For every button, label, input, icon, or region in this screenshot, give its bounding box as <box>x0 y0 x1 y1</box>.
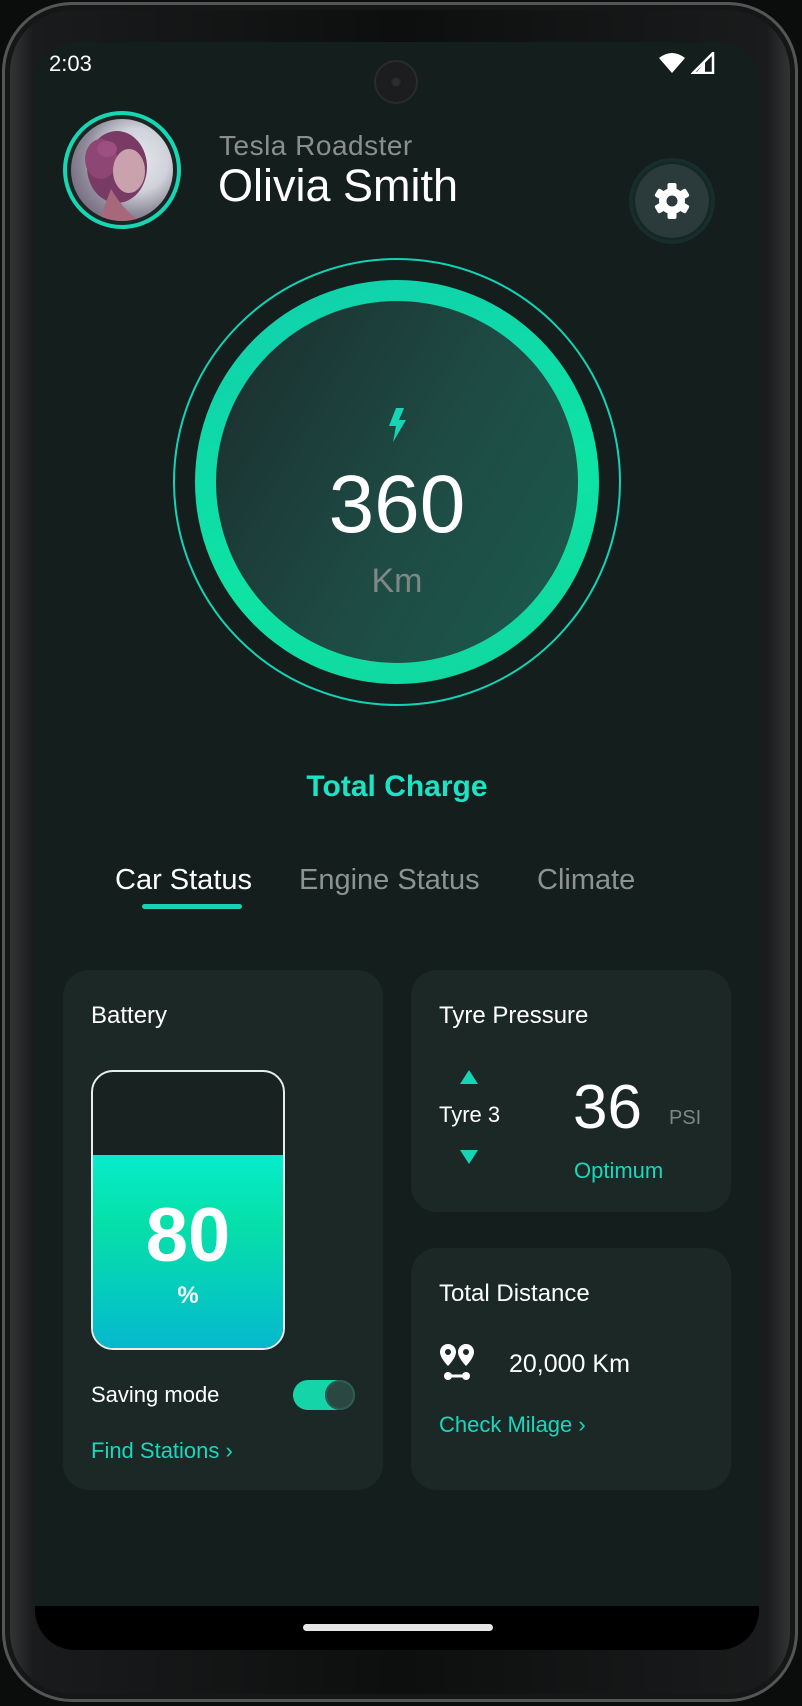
tab-climate[interactable]: Climate <box>537 864 635 897</box>
tyre-pressure-unit: PSI <box>669 1107 702 1129</box>
tyre-pressure-title: Tyre Pressure <box>439 1002 589 1029</box>
total-distance-value: 20,000 Km <box>509 1350 630 1378</box>
find-stations-link[interactable]: Find Stations › <box>91 1438 233 1464</box>
car-model: Tesla Roadster <box>219 130 413 161</box>
battery-percent-sign: % <box>177 1282 199 1309</box>
avatar[interactable] <box>63 111 181 229</box>
battery-level-indicator: 80 % <box>91 1070 285 1350</box>
tab-active-indicator <box>142 904 242 909</box>
signal-icon <box>691 52 715 74</box>
saving-mode-label: Saving mode <box>91 1382 220 1407</box>
settings-button-inner <box>635 164 709 238</box>
route-icon <box>440 1344 474 1380</box>
battery-percent-value: 80 <box>145 1193 231 1278</box>
gear-icon <box>654 183 690 219</box>
tyre-pressure-value: 36 <box>573 1073 642 1142</box>
wifi-icon <box>659 53 685 73</box>
tyre-down-arrow-icon[interactable] <box>460 1150 478 1164</box>
battery-title: Battery <box>91 1002 168 1029</box>
battery-card: Battery 80 % Saving mode Find Stations › <box>63 970 383 1490</box>
avatar-photo <box>71 119 173 221</box>
toggle-knob <box>325 1380 355 1410</box>
total-charge-label: Total Charge <box>306 770 488 803</box>
home-indicator[interactable] <box>303 1624 493 1631</box>
tyre-status: Optimum <box>574 1158 664 1183</box>
front-camera <box>376 62 416 102</box>
tab-car-status[interactable]: Car Status <box>115 864 252 897</box>
range-unit: Km <box>371 562 423 600</box>
tyre-up-arrow-icon[interactable] <box>460 1070 478 1084</box>
check-milage-link[interactable]: Check Milage › <box>439 1412 586 1438</box>
saving-mode-toggle[interactable] <box>293 1380 355 1410</box>
app-screen: 2:03 Tesla Roadster Olivia Smith 360 Km … <box>35 42 759 1650</box>
tyre-label: Tyre 3 <box>439 1102 501 1127</box>
tab-engine-status[interactable]: Engine Status <box>299 864 480 897</box>
bolt-icon <box>389 408 406 442</box>
total-distance-title: Total Distance <box>439 1280 590 1307</box>
system-navigation-bar <box>35 1606 759 1650</box>
status-icons <box>659 52 715 74</box>
range-value: 360 <box>328 459 466 550</box>
tyre-pressure-card: Tyre Pressure Tyre 3 36 PSI Optimum <box>411 970 731 1212</box>
status-time: 2:03 <box>49 51 92 76</box>
user-name: Olivia Smith <box>218 160 459 211</box>
settings-button[interactable] <box>629 158 715 244</box>
total-distance-card: Total Distance 20,000 Km Check Milage › <box>411 1248 731 1490</box>
